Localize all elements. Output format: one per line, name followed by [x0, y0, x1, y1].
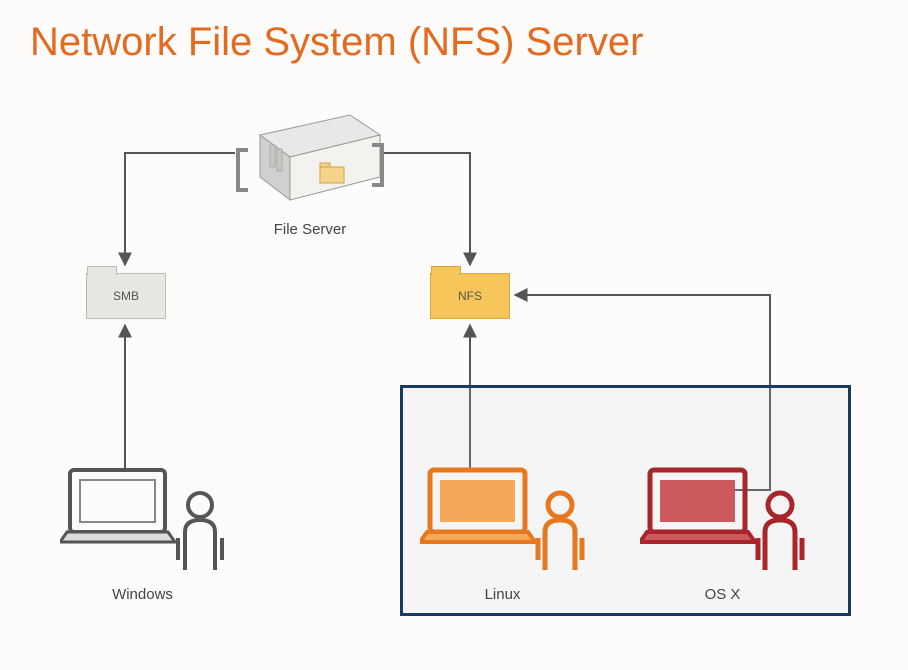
osx-label: OS X	[640, 586, 805, 603]
windows-laptop-icon	[60, 460, 225, 575]
windows-client-node: Windows	[60, 460, 225, 603]
osx-laptop-icon	[640, 460, 805, 575]
diagram-canvas: File Server SMB NFS Windows	[30, 75, 880, 635]
linux-label: Linux	[420, 586, 585, 603]
linux-client-node: Linux	[420, 460, 585, 603]
linux-laptop-icon	[420, 460, 585, 575]
smb-folder-label: SMB	[113, 289, 139, 303]
nfs-folder-node: NFS	[430, 273, 510, 319]
server-icon	[230, 105, 390, 210]
page-title: Network File System (NFS) Server	[30, 20, 878, 65]
smb-folder-node: SMB	[86, 273, 166, 319]
osx-client-node: OS X	[640, 460, 805, 603]
file-server-node: File Server	[230, 105, 390, 238]
windows-label: Windows	[60, 586, 225, 603]
smb-folder-icon: SMB	[86, 273, 166, 319]
file-server-label: File Server	[230, 221, 390, 238]
nfs-folder-icon: NFS	[430, 273, 510, 319]
nfs-folder-label: NFS	[458, 289, 482, 303]
